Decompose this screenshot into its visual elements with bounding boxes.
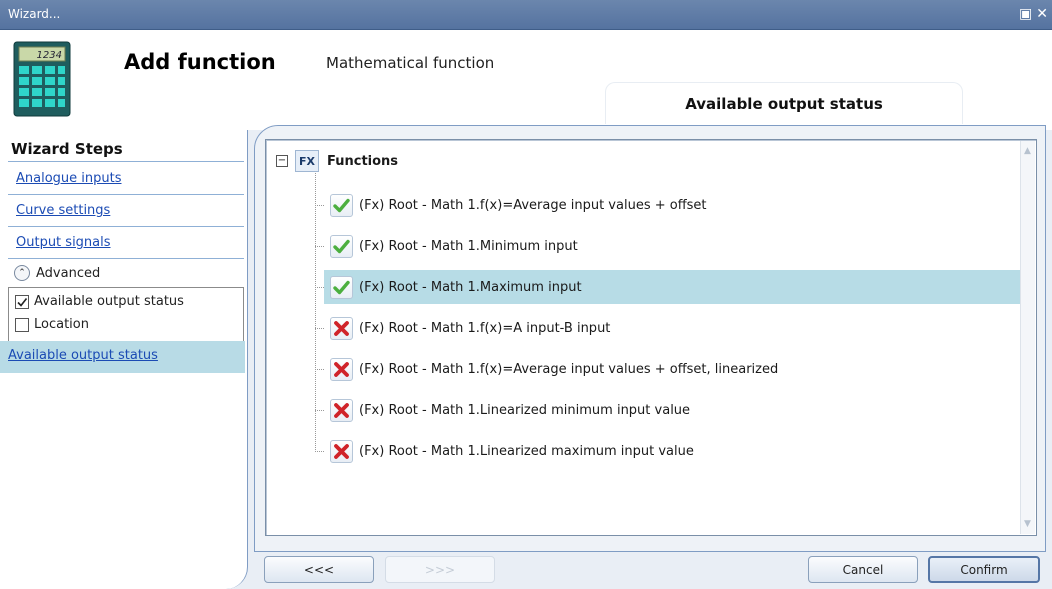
fx-icon: FX bbox=[295, 150, 319, 172]
tree-item[interactable]: (Fx) Root - Math 1.f(x)=A input-B input bbox=[315, 311, 1020, 345]
tree-connector bbox=[315, 451, 324, 452]
advanced-label: Advanced bbox=[36, 265, 101, 281]
step-link-curve-settings[interactable]: Curve settings bbox=[16, 203, 110, 218]
check-icon bbox=[330, 275, 353, 299]
tab-available-output-status[interactable]: Available output status bbox=[605, 82, 963, 124]
tree-root-label: Functions bbox=[327, 153, 399, 169]
checkbox-checked[interactable] bbox=[15, 294, 29, 309]
option-label: Available output status bbox=[34, 294, 184, 309]
tree-connector bbox=[315, 369, 324, 370]
collapse-icon[interactable]: − bbox=[276, 155, 288, 167]
tree-item-label: (Fx) Root - Math 1.Linearized minimum in… bbox=[359, 402, 691, 418]
tree-item[interactable]: (Fx) Root - Math 1.Linearized maximum in… bbox=[315, 434, 1020, 468]
tree-connector bbox=[315, 246, 324, 247]
option-location[interactable]: Location bbox=[15, 317, 89, 332]
active-step[interactable]: Available output status bbox=[0, 341, 245, 373]
error-x-icon bbox=[330, 439, 353, 463]
back-button[interactable]: <<< bbox=[264, 556, 374, 583]
maximize-icon[interactable]: ▣ bbox=[1019, 6, 1036, 22]
divider bbox=[8, 161, 244, 162]
page-title: Add function bbox=[124, 50, 276, 74]
calc-display: 1234 bbox=[37, 50, 62, 61]
tree-root[interactable]: − FX Functions bbox=[276, 150, 398, 172]
tree-item-label: (Fx) Root - Math 1.f(x)=Average input va… bbox=[359, 197, 707, 213]
wizard-steps-title: Wizard Steps bbox=[11, 140, 123, 158]
tree-item[interactable]: (Fx) Root - Math 1.f(x)=Average input va… bbox=[315, 188, 1020, 222]
checkbox-unchecked[interactable] bbox=[15, 317, 29, 332]
title-bar: Wizard... ▣✕ bbox=[0, 0, 1052, 30]
vertical-scrollbar[interactable]: ▲ ▼ bbox=[1020, 141, 1035, 534]
tree-item[interactable]: (Fx) Root - Math 1.Maximum input bbox=[315, 270, 1020, 304]
tree-connector bbox=[315, 287, 324, 288]
tree-connector bbox=[315, 328, 324, 329]
tree-connector bbox=[315, 205, 324, 206]
error-x-icon bbox=[330, 316, 353, 340]
tree-connector bbox=[315, 410, 324, 411]
checkmark-icon bbox=[17, 297, 28, 307]
tree-item-label: (Fx) Root - Math 1.f(x)=A input-B input bbox=[359, 320, 611, 336]
tree-item[interactable]: (Fx) Root - Math 1.Minimum input bbox=[315, 229, 1020, 263]
functions-tree: − FX Functions (Fx) Root - Math 1.f(x)=A… bbox=[265, 139, 1037, 536]
option-available-output-status[interactable]: Available output status bbox=[15, 294, 184, 309]
check-icon bbox=[330, 193, 353, 217]
wizard-header: 1234 Add function Mathematical function … bbox=[0, 30, 1052, 130]
error-x-icon bbox=[330, 357, 353, 381]
tree-item-label: (Fx) Root - Math 1.Maximum input bbox=[359, 279, 582, 295]
error-x-icon bbox=[330, 398, 353, 422]
window-controls: ▣✕ bbox=[1019, 6, 1052, 22]
tree-item[interactable]: (Fx) Root - Math 1.Linearized minimum in… bbox=[315, 393, 1020, 427]
window-title: Wizard... bbox=[8, 7, 61, 21]
tree-item[interactable]: (Fx) Root - Math 1.f(x)=Average input va… bbox=[315, 352, 1020, 386]
advanced-toggle[interactable]: ⌃ Advanced bbox=[8, 260, 244, 286]
advanced-options: Available output status Location bbox=[8, 287, 244, 343]
step-link-analogue-inputs[interactable]: Analogue inputs bbox=[16, 171, 122, 186]
tree-item-label: (Fx) Root - Math 1.Linearized maximum in… bbox=[359, 443, 694, 459]
step-link-output-signals[interactable]: Output signals bbox=[16, 235, 111, 250]
tree-item-label: (Fx) Root - Math 1.f(x)=Average input va… bbox=[359, 361, 779, 377]
chevron-up-icon: ⌃ bbox=[14, 265, 30, 281]
check-icon bbox=[330, 234, 353, 258]
active-step-link[interactable]: Available output status bbox=[8, 348, 158, 363]
option-label: Location bbox=[34, 317, 89, 332]
divider bbox=[8, 194, 244, 195]
divider bbox=[8, 226, 244, 227]
next-button[interactable]: >>> bbox=[385, 556, 495, 583]
confirm-button[interactable]: Confirm bbox=[928, 556, 1040, 583]
tree-item-label: (Fx) Root - Math 1.Minimum input bbox=[359, 238, 578, 254]
page-subtitle: Mathematical function bbox=[326, 54, 495, 72]
close-icon[interactable]: ✕ bbox=[1036, 6, 1052, 22]
divider bbox=[8, 258, 244, 259]
wizard-steps-panel: Wizard Steps Analogue inputs Curve setti… bbox=[0, 130, 248, 589]
calculator-icon: 1234 bbox=[13, 41, 71, 117]
cancel-button[interactable]: Cancel bbox=[808, 556, 918, 583]
scroll-up-icon[interactable]: ▲ bbox=[1024, 146, 1031, 156]
scroll-down-icon[interactable]: ▼ bbox=[1024, 519, 1031, 529]
